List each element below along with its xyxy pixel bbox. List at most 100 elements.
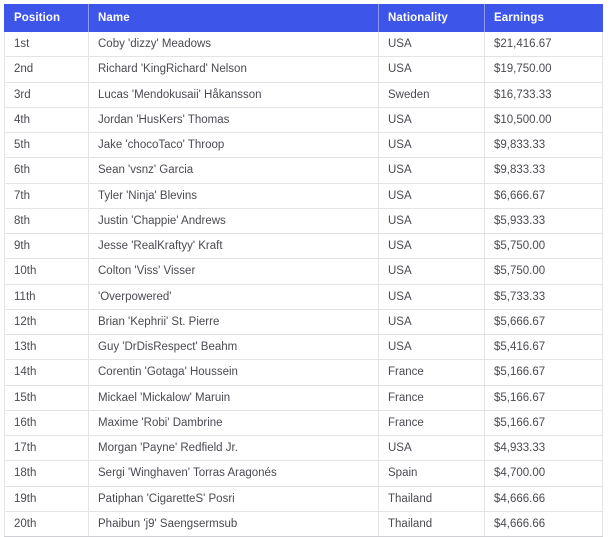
cell-name: Jordan 'HusKers' Thomas <box>88 107 379 134</box>
cell-earnings: $9,833.33 <box>484 132 603 159</box>
cell-name: Justin 'Chappie' Andrews <box>88 208 379 235</box>
cell-name: Richard 'KingRichard' Nelson <box>88 56 379 83</box>
column-header-position[interactable]: Position <box>4 4 89 32</box>
cell-name: Sean 'vsnz' Garcia <box>88 157 379 184</box>
table-row[interactable]: 6th Sean 'vsnz' Garcia USA $9,833.33 <box>4 157 603 184</box>
table-row[interactable]: 17th Morgan 'Payne' Redfield Jr. USA $4,933… <box>4 435 603 462</box>
cell-position: 7th <box>4 183 89 209</box>
cell-name: Guy 'DrDisRespect' Beahm <box>88 334 379 361</box>
cell-earnings: $6,666.67 <box>484 183 603 209</box>
cell-earnings: $5,166.67 <box>484 385 603 411</box>
cell-nationality: USA <box>378 334 485 361</box>
cell-name: Sergi 'Winghaven' Torras Aragonés <box>88 460 379 487</box>
table-row[interactable]: 9th Jesse 'RealKraftyy' Kraft USA $5,750.00 <box>4 233 603 260</box>
cell-earnings: $19,750.00 <box>484 56 603 83</box>
cell-position: 8th <box>4 208 89 235</box>
table-row[interactable]: 19th Patiphan 'CigaretteS' Posri Thailand $… <box>4 486 603 512</box>
cell-nationality: USA <box>378 258 485 285</box>
cell-position: 2nd <box>4 56 89 83</box>
cell-position: 1st <box>4 32 89 58</box>
table-row[interactable]: 4th Jordan 'HusKers' Thomas USA $10,500.00 <box>4 107 603 134</box>
table-row[interactable]: 8th Justin 'Chappie' Andrews USA $5,933.33 <box>4 208 603 235</box>
table-body: 1st Coby 'dizzy' Meadows USA $21,416.67 2nd R… <box>4 32 603 537</box>
cell-earnings: $5,933.33 <box>484 208 603 235</box>
cell-earnings: $5,750.00 <box>484 258 603 285</box>
cell-nationality: France <box>378 385 485 411</box>
cell-nationality: Spain <box>378 460 485 487</box>
table-row[interactable]: 7th Tyler 'Ninja' Blevins USA $6,666.67 <box>4 183 603 209</box>
cell-position: 20th <box>4 511 89 537</box>
cell-earnings: $5,750.00 <box>484 233 603 260</box>
column-header-name[interactable]: Name <box>88 4 379 32</box>
table-row[interactable]: 18th Sergi 'Winghaven' Torras Aragonés Spa… <box>4 460 603 487</box>
cell-position: 16th <box>4 410 89 437</box>
page-root: Position Name Nationality Earnings 1st Co… <box>0 0 610 537</box>
cell-nationality: USA <box>378 32 485 58</box>
cell-nationality: USA <box>378 157 485 184</box>
cell-name: Brian 'Kephrii' St. Pierre <box>88 309 379 336</box>
cell-nationality: USA <box>378 284 485 310</box>
table-row[interactable]: 1st Coby 'dizzy' Meadows USA $21,416.67 <box>4 32 603 58</box>
cell-position: 10th <box>4 258 89 285</box>
table-row[interactable]: 12th Brian 'Kephrii' St. Pierre USA $5,666.… <box>4 309 603 336</box>
table-header: Position Name Nationality Earnings <box>4 4 603 32</box>
table-row[interactable]: 14th Corentin 'Gotaga' Houssein France $5,1… <box>4 359 603 386</box>
table-row[interactable]: 5th Jake 'chocoTaco' Throop USA $9,833.33 <box>4 132 603 159</box>
table-row[interactable]: 3rd Lucas 'Mendokusaii' Håkansson Sweden $1… <box>4 82 603 108</box>
cell-earnings: $10,500.00 <box>484 107 603 134</box>
cell-earnings: $5,416.67 <box>484 334 603 361</box>
table-row[interactable]: 2nd Richard 'KingRichard' Nelson USA $19,75… <box>4 56 603 83</box>
cell-earnings: $4,933.33 <box>484 435 603 462</box>
cell-name: Colton 'Viss' Visser <box>88 258 379 285</box>
cell-position: 5th <box>4 132 89 159</box>
cell-position: 17th <box>4 435 89 462</box>
cell-nationality: USA <box>378 309 485 336</box>
table-row[interactable]: 16th Maxime 'Robi' Dambrine France $5,166.6… <box>4 410 603 437</box>
table-row[interactable]: 20th Phaibun 'j9' Saengsermsub Thailand $4,… <box>4 511 603 537</box>
cell-earnings: $4,700.00 <box>484 460 603 487</box>
cell-earnings: $4,666.66 <box>484 486 603 512</box>
table-row[interactable]: 11th 'Overpowered' USA $5,733.33 <box>4 284 603 310</box>
cell-name: Phaibun 'j9' Saengsermsub <box>88 511 379 537</box>
column-header-nationality[interactable]: Nationality <box>378 4 485 32</box>
cell-name: Morgan 'Payne' Redfield Jr. <box>88 435 379 462</box>
cell-earnings: $5,166.67 <box>484 359 603 386</box>
cell-position: 12th <box>4 309 89 336</box>
cell-position: 13th <box>4 334 89 361</box>
leaderboard-table-container: Position Name Nationality Earnings 1st Co… <box>4 4 603 537</box>
cell-position: 14th <box>4 359 89 386</box>
table-row[interactable]: 15th Mickael 'Mickalow' Maruin France $5,16… <box>4 385 603 411</box>
cell-position: 4th <box>4 107 89 134</box>
cell-nationality: USA <box>378 132 485 159</box>
cell-earnings: $16,733.33 <box>484 82 603 108</box>
cell-name: Jesse 'RealKraftyy' Kraft <box>88 233 379 260</box>
cell-earnings: $5,166.67 <box>484 410 603 437</box>
cell-name: Tyler 'Ninja' Blevins <box>88 183 379 209</box>
cell-position: 18th <box>4 460 89 487</box>
cell-name: Jake 'chocoTaco' Throop <box>88 132 379 159</box>
cell-position: 9th <box>4 233 89 260</box>
table-row[interactable]: 10th Colton 'Viss' Visser USA $5,750.00 <box>4 258 603 285</box>
cell-name: Maxime 'Robi' Dambrine <box>88 410 379 437</box>
cell-earnings: $5,666.67 <box>484 309 603 336</box>
cell-position: 11th <box>4 284 89 310</box>
cell-nationality: Sweden <box>378 82 485 108</box>
cell-nationality: USA <box>378 107 485 134</box>
cell-name: Mickael 'Mickalow' Maruin <box>88 385 379 411</box>
cell-nationality: USA <box>378 208 485 235</box>
cell-name: Lucas 'Mendokusaii' Håkansson <box>88 82 379 108</box>
table-row[interactable]: 13th Guy 'DrDisRespect' Beahm USA $5,416.67 <box>4 334 603 361</box>
leaderboard-table: Position Name Nationality Earnings 1st Co… <box>4 4 603 537</box>
cell-nationality: USA <box>378 56 485 83</box>
cell-name: Coby 'dizzy' Meadows <box>88 32 379 58</box>
cell-position: 6th <box>4 157 89 184</box>
cell-nationality: Thailand <box>378 486 485 512</box>
cell-nationality: France <box>378 359 485 386</box>
column-header-earnings[interactable]: Earnings <box>484 4 603 32</box>
cell-nationality: USA <box>378 233 485 260</box>
cell-earnings: $9,833.33 <box>484 157 603 184</box>
cell-position: 15th <box>4 385 89 411</box>
cell-position: 3rd <box>4 82 89 108</box>
cell-position: 19th <box>4 486 89 512</box>
cell-name: Patiphan 'CigaretteS' Posri <box>88 486 379 512</box>
